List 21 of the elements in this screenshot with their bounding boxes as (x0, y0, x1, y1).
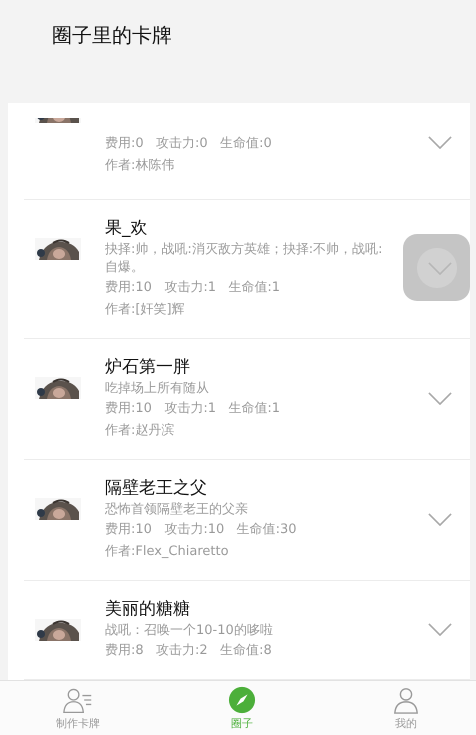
card-stats: 费用:0 攻击力:0 生命值:0 (105, 135, 273, 153)
tab[interactable]: 制作卡牌 (38, 681, 118, 735)
card-description: 战吼：召唤一个10-10的哆啦 (105, 622, 274, 640)
card-author: 作者:赵丹滨 (105, 422, 176, 440)
tab[interactable]: 我的 (366, 681, 446, 735)
card-author: 作者:林陈伟 (105, 157, 176, 175)
card-description: 吃掉场上所有随从 (105, 380, 210, 398)
card-stats: 费用:10 攻击力:1 生命值:1 (105, 279, 282, 297)
card-description: 恐怖首领隔壁老王的父亲 (105, 501, 249, 519)
tab[interactable]: 圈子 (202, 681, 282, 735)
card-name: 果_欢 (105, 217, 148, 240)
card-description: 抉择:帅，战吼:消灭敌方英雄；抉择:不帅，战吼:自爆。 (105, 241, 384, 277)
card-name: 炉石第一胖 (105, 356, 191, 379)
card-stats: 费用:10 攻击力:10 生命值:30 (105, 521, 298, 539)
card-stats: 费用:10 攻击力:1 生命值:1 (105, 400, 282, 418)
page-title: 圈子里的卡牌 (52, 23, 172, 47)
card-stats: 费用:8 攻击力:2 生命值:8 (105, 642, 273, 660)
card-name: 美丽的糖糖 (105, 598, 191, 621)
card-author: 作者:[奸笑]辉 (105, 301, 186, 319)
card-name: 隔壁老王之父 (105, 477, 208, 500)
card-author: 作者:Flex_Chiaretto (105, 543, 230, 561)
